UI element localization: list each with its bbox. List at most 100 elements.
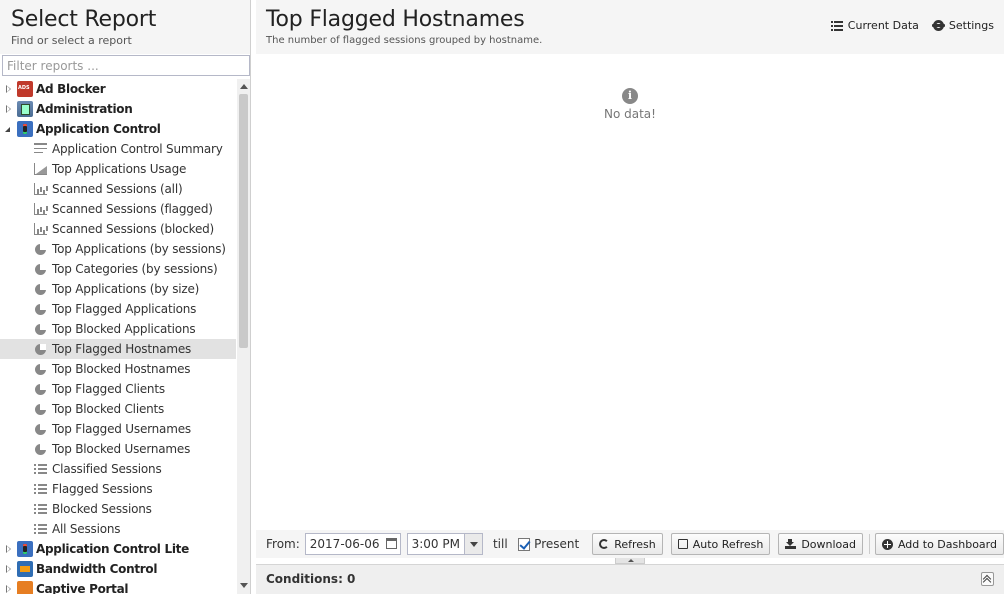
tree-report-item[interactable]: Scanned Sessions (all) <box>0 179 236 199</box>
pie-chart-icon <box>35 404 46 415</box>
list-icon <box>34 463 47 475</box>
tree-app-node[interactable]: Captive Portal <box>0 579 236 594</box>
tree-report-item[interactable]: Top Flagged Clients <box>0 379 236 399</box>
auto-refresh-label: Auto Refresh <box>692 537 764 551</box>
tree-report-item[interactable]: Top Blocked Clients <box>0 399 236 419</box>
no-data-text: No data! <box>604 107 656 121</box>
tree-node-label: Administration <box>36 102 133 116</box>
tree-report-item[interactable]: Top Applications (by size) <box>0 279 236 299</box>
till-label: till <box>492 537 508 551</box>
tree-app-node[interactable]: Application Control Lite <box>0 539 236 559</box>
collapsed-arrow-icon[interactable] <box>6 105 11 113</box>
tree-node-label: Top Blocked Hostnames <box>52 362 191 376</box>
present-label: Present <box>534 537 580 551</box>
tree-report-item[interactable]: Top Flagged Applications <box>0 299 236 319</box>
tree-app-node[interactable]: Ad Blocker <box>0 79 236 99</box>
tree-report-item[interactable]: Application Control Summary <box>0 139 236 159</box>
settings-label: Settings <box>948 19 994 32</box>
add-to-dashboard-button[interactable]: Add to Dashboard <box>874 533 1004 555</box>
scroll-thumb[interactable] <box>239 94 248 348</box>
collapsed-arrow-icon[interactable] <box>6 545 11 553</box>
tree-node-label: Scanned Sessions (flagged) <box>52 202 213 216</box>
report-tree-scrollbar[interactable] <box>237 79 250 594</box>
collapsed-arrow-icon[interactable] <box>6 585 11 593</box>
pie-chart-icon <box>35 344 46 355</box>
tree-report-item[interactable]: Top Blocked Applications <box>0 319 236 339</box>
tree-report-item[interactable]: Top Blocked Usernames <box>0 439 236 459</box>
list-icon <box>34 483 47 495</box>
tree-report-item[interactable]: Scanned Sessions (blocked) <box>0 219 236 239</box>
calendar-icon[interactable] <box>385 538 397 549</box>
tree-node-label: Flagged Sessions <box>52 482 153 496</box>
chevron-down-icon[interactable] <box>463 534 482 554</box>
pie-chart-icon <box>35 284 46 295</box>
from-time-select[interactable]: 3:00 PM <box>406 533 483 555</box>
area-chart-icon <box>34 163 47 175</box>
tree-report-item[interactable]: Flagged Sessions <box>0 479 236 499</box>
tree-node-label: Scanned Sessions (blocked) <box>52 222 215 236</box>
report-toolbar: From: 2017-06-06 3:00 PM till Present Re… <box>256 530 1004 558</box>
report-selector-header: Select Report Find or select a report <box>0 0 250 54</box>
tree-report-item[interactable]: Scanned Sessions (flagged) <box>0 199 236 219</box>
plus-circle-icon <box>881 538 893 550</box>
scroll-up-arrow-icon[interactable] <box>240 84 248 89</box>
tree-app-node[interactable]: Application Control <box>0 119 236 139</box>
tree-node-label: Application Control <box>36 122 161 136</box>
conditions-bar[interactable]: Conditions: 0 <box>256 564 1004 594</box>
settings-button[interactable]: Settings <box>931 19 994 32</box>
tree-report-item[interactable]: Top Applications Usage <box>0 159 236 179</box>
report-selector-subtitle: Find or select a report <box>11 34 132 47</box>
add-to-dashboard-label: Add to Dashboard <box>897 537 997 551</box>
tree-node-label: Ad Blocker <box>36 82 106 96</box>
tree-app-node[interactable]: Bandwidth Control <box>0 559 236 579</box>
bar-chart-icon <box>34 203 47 215</box>
tree-report-item[interactable]: Top Blocked Hostnames <box>0 359 236 379</box>
checkbox-icon <box>677 539 688 549</box>
refresh-button[interactable]: Refresh <box>592 533 663 555</box>
tree-node-label: Top Blocked Clients <box>52 402 165 416</box>
filter-reports-input[interactable] <box>2 55 250 76</box>
current-data-label: Current Data <box>847 19 919 32</box>
conditions-label: Conditions: 0 <box>266 572 356 586</box>
tree-node-label: Top Flagged Applications <box>52 302 197 316</box>
collapsed-arrow-icon[interactable] <box>6 85 11 93</box>
download-icon <box>785 539 797 549</box>
from-date-field[interactable]: 2017-06-06 <box>304 533 401 555</box>
text-report-icon <box>34 143 47 155</box>
expanded-arrow-icon[interactable] <box>5 127 10 132</box>
bandwidth-control-icon <box>17 561 33 577</box>
tree-node-label: Top Applications Usage <box>52 162 187 176</box>
tree-node-label: Captive Portal <box>36 582 129 594</box>
refresh-icon <box>599 539 610 549</box>
tree-report-item[interactable]: Blocked Sessions <box>0 499 236 519</box>
tree-node-label: All Sessions <box>52 522 121 536</box>
current-data-button[interactable]: Current Data <box>830 19 919 32</box>
present-checkbox[interactable] <box>517 537 531 551</box>
tree-node-label: Application Control Summary <box>52 142 223 156</box>
tree-node-label: Top Applications (by sessions) <box>52 242 226 256</box>
collapsed-arrow-icon[interactable] <box>6 565 11 573</box>
tree-node-label: Top Blocked Applications <box>52 322 196 336</box>
tree-report-item[interactable]: All Sessions <box>0 519 236 539</box>
pie-chart-icon <box>35 264 46 275</box>
captive-portal-icon <box>17 581 33 594</box>
tree-node-label: Application Control Lite <box>36 542 189 556</box>
info-icon: i <box>622 88 638 104</box>
tree-report-item[interactable]: Top Applications (by sessions) <box>0 239 236 259</box>
scroll-down-arrow-icon[interactable] <box>240 583 248 588</box>
double-chevron-up-icon[interactable] <box>981 572 994 586</box>
application-control-lite-icon <box>17 541 33 557</box>
auto-refresh-button[interactable]: Auto Refresh <box>670 533 771 555</box>
report-header: Top Flagged Hostnames The number of flag… <box>256 0 1004 54</box>
pie-chart-icon <box>35 384 46 395</box>
tree-report-item[interactable]: Top Flagged Usernames <box>0 419 236 439</box>
tree-node-label: Top Flagged Clients <box>52 382 165 396</box>
report-selector-title: Select Report <box>11 7 157 32</box>
tree-report-item[interactable]: Classified Sessions <box>0 459 236 479</box>
administration-icon <box>17 101 33 117</box>
tree-app-node[interactable]: Administration <box>0 99 236 119</box>
tree-report-item[interactable]: Top Flagged Hostnames <box>0 339 236 359</box>
download-button[interactable]: Download <box>778 533 864 555</box>
tree-report-item[interactable]: Top Categories (by sessions) <box>0 259 236 279</box>
tree-node-label: Top Flagged Hostnames <box>52 342 192 356</box>
